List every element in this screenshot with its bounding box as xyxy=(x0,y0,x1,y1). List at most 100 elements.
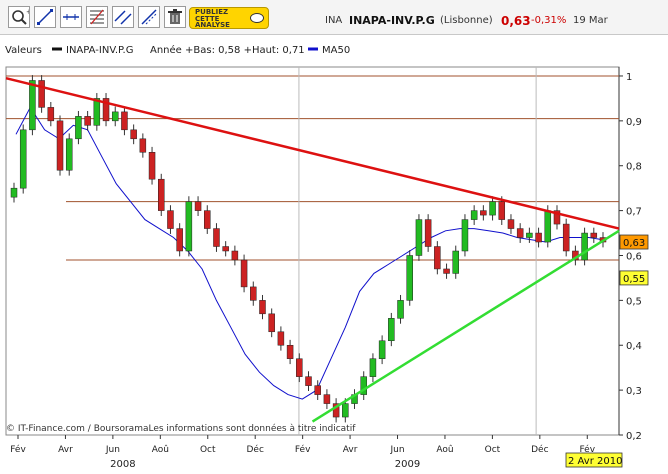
y-tick-label: 0,7 xyxy=(626,207,642,218)
candle-body xyxy=(139,138,147,153)
y-tick-label: 0,6 xyxy=(626,251,642,262)
quote-market: (Lisbonne) xyxy=(440,15,493,26)
quote-date: 19 Mar xyxy=(573,15,608,26)
x-tick-label: Fév xyxy=(10,444,26,455)
y-tick-label: 0,2 xyxy=(626,431,642,442)
y-tick-label: 0,5 xyxy=(626,296,642,307)
y-tick-label: 1 xyxy=(626,72,632,83)
candle-body xyxy=(84,116,91,126)
candle-body xyxy=(415,219,423,256)
candle-body xyxy=(194,201,202,211)
candle-body xyxy=(378,340,386,359)
quote-code: INA xyxy=(325,15,343,26)
candle-body xyxy=(443,268,450,274)
candle-body xyxy=(397,300,404,319)
candle-body xyxy=(323,394,331,404)
year-label: 2008 xyxy=(110,459,135,470)
candle-body xyxy=(535,232,542,243)
candle-body xyxy=(498,201,506,220)
candle-body xyxy=(388,318,395,342)
candle-body xyxy=(526,232,533,238)
candle-body xyxy=(452,250,459,274)
x-tick-label: Aoû xyxy=(152,445,169,455)
date-badge-label: 2 Avr 2010 xyxy=(568,456,622,467)
candle-body xyxy=(562,223,570,252)
candle-body xyxy=(305,376,312,386)
candle-body xyxy=(56,120,64,171)
quote-change: -0,31% xyxy=(531,15,567,26)
candle-body xyxy=(65,138,73,171)
candle-body xyxy=(231,250,239,261)
candle-body xyxy=(516,228,524,238)
candle-body xyxy=(342,403,349,418)
candle-body xyxy=(93,98,101,126)
x-tick-label: Avr xyxy=(58,445,73,455)
x-tick-label: Fév xyxy=(295,444,311,455)
candle-body xyxy=(19,129,27,189)
y-tick-label: 0,8 xyxy=(626,162,642,173)
candle-body xyxy=(424,219,432,247)
candle-body xyxy=(204,210,211,229)
toolbar: + PUBLIEZ CETTE ANALYSE INA INAPA-INV.P.… xyxy=(0,0,668,35)
candle-body xyxy=(296,358,303,377)
candle-body xyxy=(314,385,321,395)
candle-body xyxy=(29,80,36,131)
candle-body xyxy=(158,178,165,211)
x-tick-label: Oct xyxy=(485,445,501,455)
year-label: 2009 xyxy=(395,459,420,470)
candle-body xyxy=(544,210,552,243)
quote-name: INAPA-INV.P.G xyxy=(349,14,435,27)
candle-body xyxy=(176,228,183,252)
candle-body xyxy=(480,210,487,216)
candle-body xyxy=(111,111,119,122)
candle-body xyxy=(75,116,82,140)
candle-body xyxy=(470,210,478,220)
candle-body xyxy=(590,232,598,238)
x-tick-label: Jun xyxy=(389,445,404,455)
candle-body xyxy=(148,152,156,180)
candle-body xyxy=(185,201,193,252)
legend-ma-label: MA50 xyxy=(322,45,350,56)
candle-body xyxy=(240,259,248,288)
candle-body xyxy=(489,201,496,216)
candle-body xyxy=(268,313,275,333)
y-tick-label: 0,9 xyxy=(626,117,642,128)
candle-body xyxy=(38,80,45,108)
candle-body xyxy=(507,219,515,229)
price-chart: Valeurs INAPA-INV.P.G Année +Bas: 0,58 +Ha… xyxy=(5,44,649,470)
trend-line-resistance xyxy=(5,77,620,230)
candle-body xyxy=(581,232,588,261)
x-tick-label: Déc xyxy=(531,444,548,455)
candle-body xyxy=(130,129,137,140)
candle-body xyxy=(121,111,128,131)
y-tick-label: 0,3 xyxy=(626,386,642,397)
quote-price: 0,63 xyxy=(501,14,531,28)
candle-body xyxy=(47,107,55,122)
quote-header: INA INAPA-INV.P.G (Lisbonne) 0,63 -0,31%… xyxy=(0,14,668,28)
source-footer-text: © IT-Finance.com / BoursoramaLes informa… xyxy=(6,423,356,434)
price-badge-label: 0,55 xyxy=(623,274,645,285)
legend-range-text: Année +Bas: 0,58 +Haut: 0,71 xyxy=(150,44,305,56)
candle-body xyxy=(222,246,229,252)
candle-body xyxy=(277,331,285,346)
y-tick-label: 0,4 xyxy=(626,341,642,352)
ma50-line xyxy=(15,106,604,400)
candle-body xyxy=(167,210,174,229)
candle-body xyxy=(250,286,257,301)
x-tick-label: Jun xyxy=(105,445,120,455)
legend-title: Valeurs xyxy=(5,45,42,56)
candle-body xyxy=(406,255,413,301)
candle-body xyxy=(461,219,469,252)
candle-body xyxy=(434,246,441,270)
candle-body xyxy=(369,358,377,377)
trend-line-support xyxy=(311,229,620,423)
x-tick-label: Déc xyxy=(246,444,263,455)
candle-body xyxy=(10,187,18,198)
candle-body xyxy=(259,300,266,315)
legend-series-label: INAPA-INV.P.G xyxy=(66,45,133,56)
candle-body xyxy=(213,228,220,247)
x-tick-label: Oct xyxy=(200,445,216,455)
candle-body xyxy=(286,344,294,359)
x-tick-label: Aoû xyxy=(436,445,453,455)
price-badge-label: 0,63 xyxy=(623,238,645,249)
